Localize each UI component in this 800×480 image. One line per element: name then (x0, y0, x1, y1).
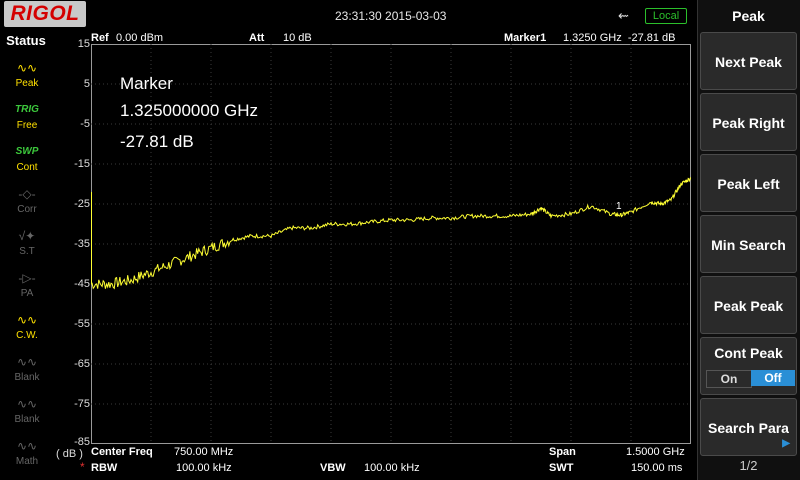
peak-left-button[interactable]: Peak Left (700, 154, 797, 212)
status-math-label: Math (15, 456, 39, 467)
asterisk-icon: * (80, 460, 85, 474)
peak-peak-label: Peak Peak (713, 298, 784, 314)
corr-icon: -◇- (18, 187, 36, 201)
status-blank-1-label: Blank (14, 372, 40, 383)
y-tick: -45 (74, 278, 90, 290)
status-peak[interactable]: ∿∿ Peak (8, 58, 46, 94)
y-tick: -5 (80, 118, 90, 130)
peak-peak-button[interactable]: Peak Peak (700, 276, 797, 334)
swt-value: 150.00 ms (631, 462, 683, 474)
center-freq-label: Center Freq (91, 446, 153, 458)
y-tick: -75 (74, 398, 90, 410)
swp-icon: SWP (15, 146, 39, 157)
y-tick: -65 (74, 358, 90, 370)
blank-icon: ∿∿ (16, 355, 38, 369)
rigol-logo: RIGOL (4, 1, 86, 27)
marker-readout-title: Marker (120, 74, 173, 93)
next-peak-label: Next Peak (715, 54, 782, 70)
marker-value: 1.3250 GHz -27.81 dB (563, 32, 676, 44)
y-tick: 15 (77, 38, 90, 50)
cont-peak-on[interactable]: On (706, 370, 752, 388)
y-tick: 5 (83, 78, 90, 90)
span-value: 1.5000 GHz (626, 446, 685, 458)
att-value: 10 dB (283, 32, 312, 44)
next-peak-button[interactable]: Next Peak (700, 32, 797, 90)
peak-left-label: Peak Left (717, 176, 780, 192)
marker-1-label: 1 (616, 201, 622, 212)
status-peak-label: Peak (15, 78, 39, 89)
peak-icon: ∿∿ (16, 61, 38, 75)
y-tick: -15 (74, 158, 90, 170)
st-icon: √✦ (18, 229, 36, 243)
status-corr[interactable]: -◇- Corr (8, 184, 46, 220)
status-st[interactable]: √✦ S.T (8, 226, 46, 262)
ref-label: Ref (91, 32, 109, 44)
cont-peak-toggle[interactable]: Cont Peak On Off (700, 337, 797, 395)
ref-value: 0.00 dBm (116, 32, 164, 44)
status-pa-label: PA (20, 288, 34, 299)
center-freq-value: 750.00 MHz (174, 446, 234, 458)
vbw-label: VBW (320, 462, 346, 474)
peak-right-label: Peak Right (712, 115, 785, 131)
blank-icon: ∿∿ (16, 397, 38, 411)
span-label: Span (549, 446, 576, 458)
status-trig[interactable]: TRIG Free (8, 100, 46, 136)
status-title: Status (6, 33, 46, 48)
softkey-menu-title: Peak (732, 8, 765, 24)
pa-icon: -▷- (18, 271, 36, 285)
min-search-button[interactable]: Min Search (700, 215, 797, 273)
status-corr-label: Corr (17, 204, 37, 215)
marker-label: Marker1 (504, 32, 547, 44)
marker-readout-frequency: 1.325000000 GHz (120, 101, 258, 120)
submenu-arrow-icon: ▶ (782, 438, 790, 449)
y-tick: -25 (74, 198, 90, 210)
swt-label: SWT (549, 462, 574, 474)
status-swp-label: Cont (16, 162, 38, 173)
y-tick: -55 (74, 318, 90, 330)
status-trig-label: Free (16, 120, 38, 131)
status-blank-2-label: Blank (14, 414, 40, 425)
page-indicator: 1/2 (739, 458, 758, 473)
usb-icon: ⇜ (618, 8, 629, 23)
att-label: Att (249, 32, 265, 44)
search-para-button[interactable]: Search Para ▶ (700, 398, 797, 456)
peak-right-button[interactable]: Peak Right (700, 93, 797, 151)
rbw-value: 100.00 kHz (176, 462, 232, 474)
y-tick: -85 (74, 436, 90, 448)
status-cw-label: C.W. (16, 330, 38, 341)
trig-icon: TRIG (15, 104, 39, 115)
vbw-value: 100.00 kHz (364, 462, 420, 474)
cont-peak-label: Cont Peak (714, 345, 783, 361)
status-pa[interactable]: -▷- PA (8, 268, 46, 304)
status-blank-2[interactable]: ∿∿ Blank (8, 394, 46, 430)
local-badge: Local (645, 8, 687, 24)
status-math[interactable]: ∿∿ Math (8, 436, 46, 472)
y-tick: -35 (74, 238, 90, 250)
status-cw[interactable]: ∿∿ C.W. (8, 310, 46, 346)
min-search-label: Min Search (711, 237, 786, 253)
math-icon: ∿∿ (16, 439, 38, 453)
date-time: 23:31:30 2015-03-03 (335, 9, 447, 23)
cont-peak-off[interactable]: Off (751, 370, 795, 386)
status-swp[interactable]: SWP Cont (8, 142, 46, 178)
status-blank-1[interactable]: ∿∿ Blank (8, 352, 46, 388)
status-st-label: S.T (19, 246, 35, 257)
rbw-label: RBW (91, 462, 118, 474)
marker-readout-level: -27.81 dB (120, 132, 194, 151)
cw-icon: ∿∿ (16, 313, 38, 327)
y-unit: ( dB ) (56, 448, 83, 460)
